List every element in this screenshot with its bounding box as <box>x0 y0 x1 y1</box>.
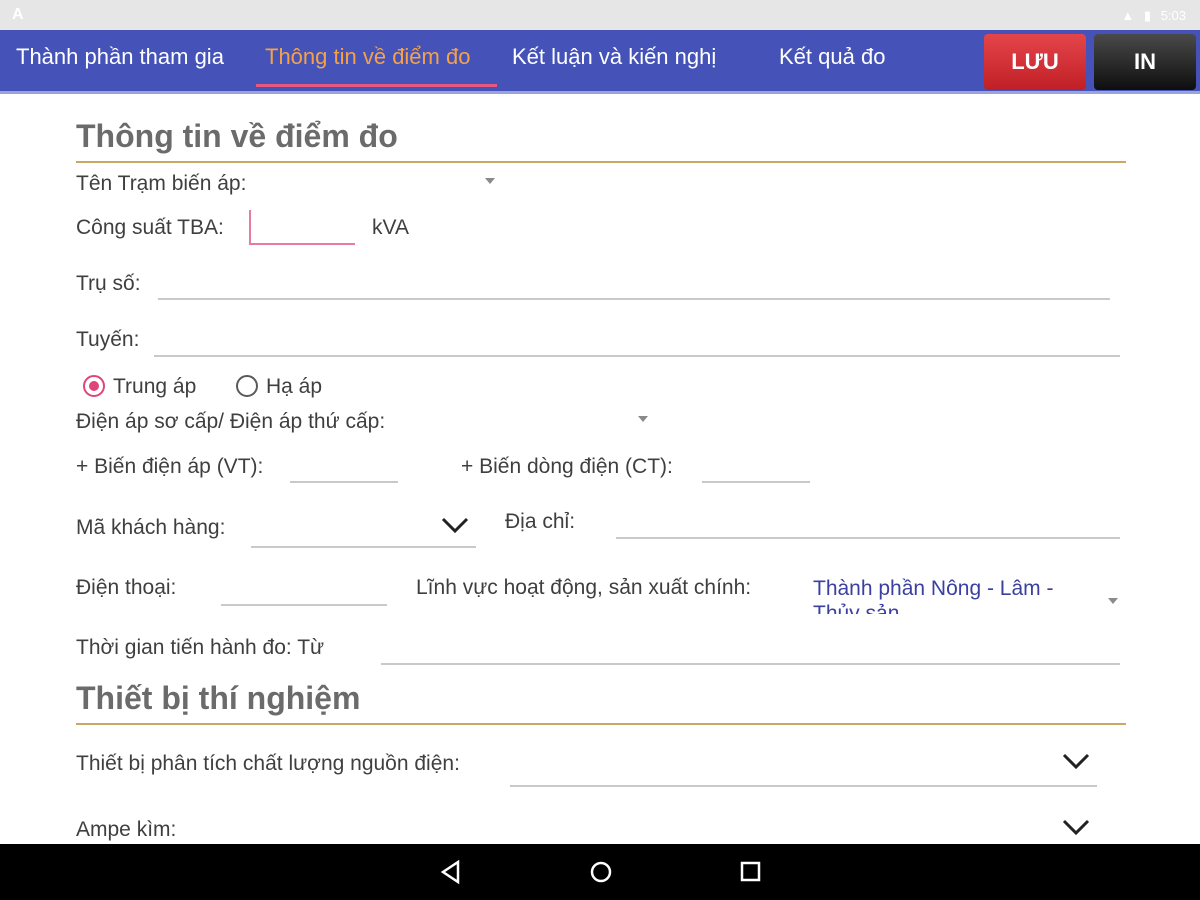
print-button[interactable]: IN <box>1094 34 1196 90</box>
section-divider <box>76 161 1126 163</box>
voltage-label: Điện áp sơ cấp/ Điện áp thứ cấp: <box>76 410 386 433</box>
analyzer-select[interactable] <box>510 785 1097 787</box>
radio-low-voltage[interactable] <box>236 375 258 397</box>
app-notification-icon: A <box>12 6 24 23</box>
vt-input[interactable] <box>290 481 398 483</box>
phone-input[interactable] <box>221 604 387 606</box>
customer-input[interactable] <box>251 546 476 548</box>
address-label: Địa chỉ: <box>505 510 576 533</box>
capacity-cursor <box>249 210 251 244</box>
radio-low-voltage-label[interactable]: Hạ áp <box>266 375 322 399</box>
back-icon[interactable] <box>440 859 462 889</box>
analyzer-label: Thiết bị phân tích chất lượng nguồn điện… <box>76 752 460 775</box>
section-divider-2 <box>76 723 1126 725</box>
line-input[interactable] <box>154 355 1120 357</box>
status-time: 5:03 <box>1160 8 1186 23</box>
status-bar: A ▲ ▮ 5:03 <box>0 0 1200 30</box>
tab-measurement-info[interactable]: Thông tin về điểm đo <box>265 44 470 70</box>
capacity-input[interactable] <box>249 243 355 245</box>
pole-label: Trụ số: <box>76 272 141 295</box>
customer-label: Mã khách hàng: <box>76 516 226 539</box>
capacity-label: Công suất TBA: <box>76 216 224 239</box>
sector-select[interactable]: Thành phần Nông - Lâm - Thủy sản <box>813 574 1093 614</box>
battery-icon: ▮ <box>1143 8 1152 23</box>
radio-medium-voltage-label[interactable]: Trung áp <box>113 375 196 399</box>
tab-bar: Thành phần tham gia Thông tin về điểm đo… <box>0 30 1200 94</box>
analyzer-chevron-down-icon[interactable] <box>1062 752 1090 770</box>
sector-value: Thành phần Nông - Lâm - Thủy sản <box>813 577 1054 614</box>
ammeter-chevron-down-icon[interactable] <box>1062 818 1090 836</box>
ct-label: + Biến dòng điện (CT): <box>461 455 673 478</box>
tab-participants[interactable]: Thành phần tham gia <box>16 44 224 70</box>
pole-input[interactable] <box>158 298 1110 300</box>
sector-dropdown-icon[interactable] <box>1108 598 1118 604</box>
status-right: ▲ ▮ 5:03 <box>1115 8 1186 24</box>
voltage-dropdown-icon[interactable] <box>638 416 648 422</box>
sector-label: Lĩnh vực hoạt động, sản xuất chính: <box>416 576 752 599</box>
vt-label: + Biến điện áp (VT): <box>76 455 264 478</box>
home-icon[interactable] <box>589 860 613 889</box>
active-tab-indicator <box>256 84 497 87</box>
radio-medium-voltage[interactable] <box>83 375 105 397</box>
save-button[interactable]: LƯU <box>984 34 1086 90</box>
station-label: Tên Trạm biến áp: <box>76 172 247 195</box>
chevron-down-icon[interactable] <box>441 516 469 534</box>
ct-input[interactable] <box>702 481 810 483</box>
section-title-equipment: Thiết bị thí nghiệm <box>76 680 361 716</box>
address-input[interactable] <box>616 537 1120 539</box>
system-nav-bar <box>0 844 1200 900</box>
tab-results[interactable]: Kết quả đo <box>779 44 885 70</box>
tab-conclusions[interactable]: Kết luận và kiến nghị <box>512 44 716 70</box>
capacity-unit: kVA <box>372 216 409 239</box>
section-title-measurement-info: Thông tin về điểm đo <box>76 118 398 154</box>
phone-label: Điện thoại: <box>76 576 177 599</box>
time-label: Thời gian tiến hành đo: Từ <box>76 636 325 659</box>
time-from-input[interactable] <box>381 663 1120 665</box>
station-dropdown-icon[interactable] <box>485 178 495 184</box>
signal-icon: ▲ <box>1121 8 1135 23</box>
line-label: Tuyến: <box>76 328 140 351</box>
recents-icon[interactable] <box>740 860 762 889</box>
ammeter-label: Ampe kìm: <box>76 818 177 841</box>
